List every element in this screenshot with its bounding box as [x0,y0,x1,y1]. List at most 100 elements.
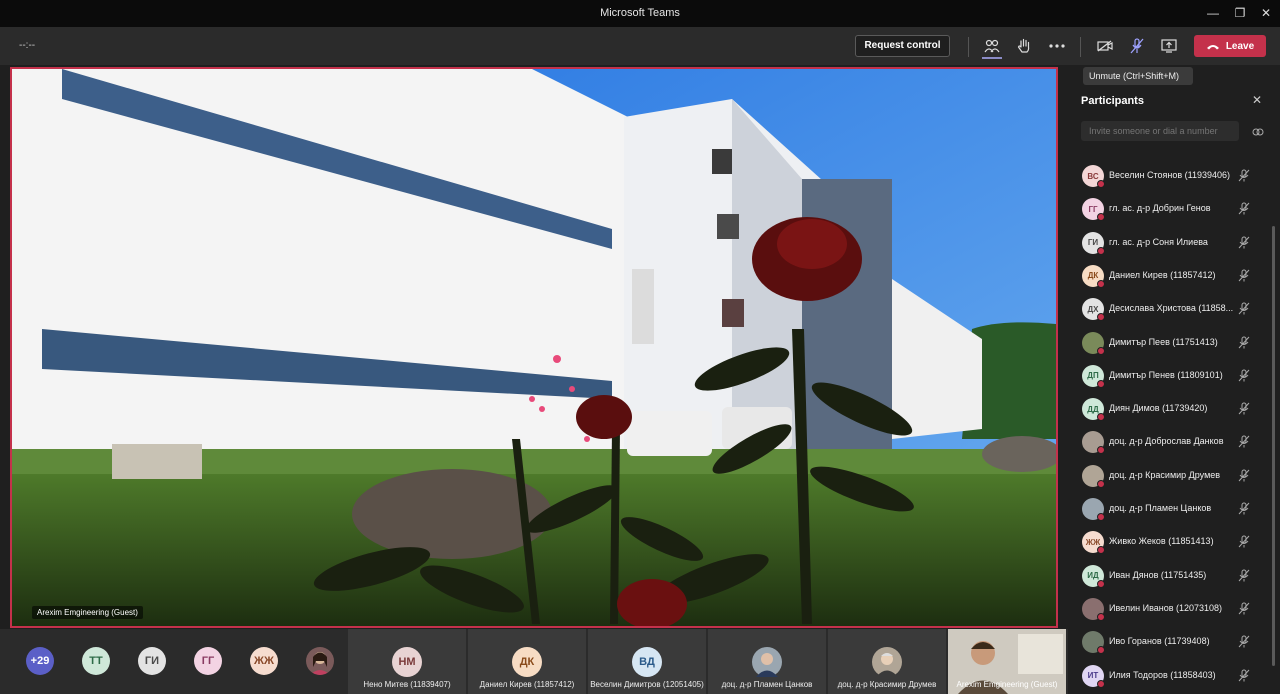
participant-row[interactable]: ИД Иван Дянов (11751435) [1068,561,1268,594]
tile-name: доц. д-р Пламен Цанков [721,680,813,689]
tile-name: Нено Митев (11839407) [363,680,451,689]
muted-mic-icon[interactable] [1238,202,1250,220]
presence-busy-indicator [1097,579,1105,588]
tile-avatar: ВД [632,647,662,677]
muted-mic-icon[interactable] [1238,469,1250,487]
video-frame-image [12,69,1056,626]
muted-mic-icon[interactable] [1238,569,1250,587]
muted-mic-icon[interactable] [1238,236,1250,254]
participants-scrollbar[interactable] [1272,226,1275,666]
participant-photo-avatar[interactable] [306,647,334,675]
presence-busy-indicator [1097,513,1105,521]
presence-busy-indicator [1097,246,1105,255]
presence-busy-indicator [1097,446,1105,455]
muted-mic-icon[interactable] [1238,369,1250,387]
tile-name: Веселин Димитров (12051405) [590,680,704,689]
participant-row[interactable]: ДП Димитър Пенев (11809101) [1068,361,1268,394]
participant-row[interactable]: ГИ гл. ас. д-р Соня Илиева [1068,228,1268,261]
panel-title: Participants [1081,95,1144,107]
self-video-label: Arexim Emgineering (Guest) [956,680,1058,689]
share-screen-icon[interactable] [1158,36,1180,56]
muted-mic-icon[interactable] [1238,269,1250,287]
participant-row[interactable]: Ивелин Иванов (12073108) [1068,594,1268,627]
participant-strip: +29 ТТ ГИ ГГ ЖЖ НМ Нено Митев (11839407)… [0,629,1068,694]
participant-name: Димитър Пенев (11809101) [1109,369,1223,380]
participant-name: Иво Горанов (11739408) [1109,636,1210,647]
toolbar-divider [968,37,969,57]
participant-row[interactable]: доц. д-р Доброслав Данков [1068,427,1268,460]
participant-row[interactable]: ДХ Десислава Христова (11858... [1068,294,1268,327]
close-window-button[interactable]: ✕ [1251,4,1280,22]
participant-avatar[interactable]: ГИ [138,647,166,675]
participant-name: Диян Димов (11739420) [1109,403,1208,414]
overflow-participants-button[interactable]: +29 [26,647,54,675]
minimize-button[interactable]: — [1198,4,1228,22]
invite-input[interactable] [1081,121,1239,141]
presence-busy-indicator [1097,479,1105,488]
participant-avatar[interactable]: ЖЖ [250,647,278,675]
muted-mic-icon[interactable] [1238,435,1250,453]
muted-mic-icon[interactable] [1238,535,1250,553]
participant-tile[interactable]: доц. д-р Пламен Цанков [708,629,826,694]
tile-name: доц. д-р Красимир Друмев [837,680,937,689]
participant-name: доц. д-р Красимир Друмев [1109,469,1221,480]
participant-name: доц. д-р Пламен Цанков [1109,503,1212,513]
participant-name: гл. ас. д-р Добрин Генов [1109,203,1211,214]
participants-panel: Participants ✕ ВСВеселин Стоянов (119394… [1068,65,1280,694]
muted-mic-icon[interactable] [1238,169,1250,187]
participants-icon[interactable] [981,36,1003,56]
window-title: Microsoft Teams [600,7,680,19]
participant-tile[interactable]: доц. д-р Красимир Друмев [828,629,946,694]
presence-busy-indicator [1097,379,1105,388]
request-control-button[interactable]: Request control [855,35,950,57]
participant-row[interactable]: ДД Диян Димов (11739420) [1068,394,1268,427]
participant-row[interactable]: ДК Даниел Кирев (11857412) [1068,261,1268,294]
presence-busy-indicator [1097,413,1105,422]
tile-avatar: ДК [512,647,542,677]
participant-row[interactable]: доц. д-р Пламен Цанков [1068,494,1268,527]
muted-mic-icon[interactable] [1238,336,1250,354]
participant-row[interactable]: ИТ Илия Тодоров (11858403) [1068,661,1268,694]
muted-mic-icon[interactable] [1238,402,1250,420]
toolbar-divider [1080,37,1081,57]
meeting-timer: --:-- [19,40,36,51]
participant-tile[interactable]: ВД Веселин Димитров (12051405) [588,629,706,694]
self-video-tile[interactable]: Arexim Emgineering (Guest) [948,629,1066,694]
presence-busy-indicator [1097,180,1105,188]
participant-avatar[interactable]: ГГ [194,647,222,675]
participant-row[interactable]: ГГ гл. ас. д-р Добрин Генов [1068,194,1268,227]
camera-off-icon[interactable] [1094,36,1116,56]
mic-muted-icon[interactable] [1126,36,1148,56]
muted-mic-icon[interactable] [1238,302,1250,320]
shared-video[interactable]: Arexim Emgineering (Guest) [10,67,1058,628]
leave-label: Leave [1225,40,1255,52]
unmute-tooltip: Unmute (Ctrl+Shift+M) [1083,67,1193,85]
participant-tile[interactable]: НМ Нено Митев (11839407) [348,629,466,694]
tile-photo-avatar [872,647,902,677]
tile-avatar: НМ [392,647,422,677]
presence-busy-indicator [1097,612,1105,621]
participant-name: Димитър Пеев (11751413) [1109,336,1218,347]
leave-button[interactable]: Leave [1194,35,1266,57]
participant-row[interactable]: ВС Веселин Стоянов (11939406) [1068,161,1268,194]
participant-avatar[interactable]: ТТ [82,647,110,675]
presence-busy-indicator [1097,279,1105,288]
participant-name: Иван Дянов (11751435) [1109,569,1207,580]
more-options-icon[interactable] [1046,36,1068,56]
muted-mic-icon[interactable] [1238,602,1250,620]
participant-row[interactable]: доц. д-р Красимир Друмев [1068,461,1268,494]
presence-busy-indicator [1097,546,1105,555]
participant-row[interactable]: Иво Горанов (11739408) [1068,627,1268,660]
muted-mic-icon[interactable] [1238,669,1250,687]
participant-name: Илия Тодоров (11858403) [1109,669,1216,680]
participant-row[interactable]: ЖЖ Живко Жеков (11851413) [1068,527,1268,560]
participant-row[interactable]: Димитър Пеев (11751413) [1068,328,1268,361]
close-panel-icon[interactable]: ✕ [1252,93,1262,107]
raise-hand-icon[interactable] [1013,36,1035,56]
muted-mic-icon[interactable] [1238,502,1250,520]
participant-name: Веселин Стоянов (11939406) [1109,170,1230,180]
share-invite-icon[interactable] [1252,124,1264,142]
participant-name: доц. д-р Доброслав Данков [1109,436,1224,447]
participant-tile[interactable]: ДК Даниел Кирев (11857412) [468,629,586,694]
muted-mic-icon[interactable] [1238,635,1250,653]
